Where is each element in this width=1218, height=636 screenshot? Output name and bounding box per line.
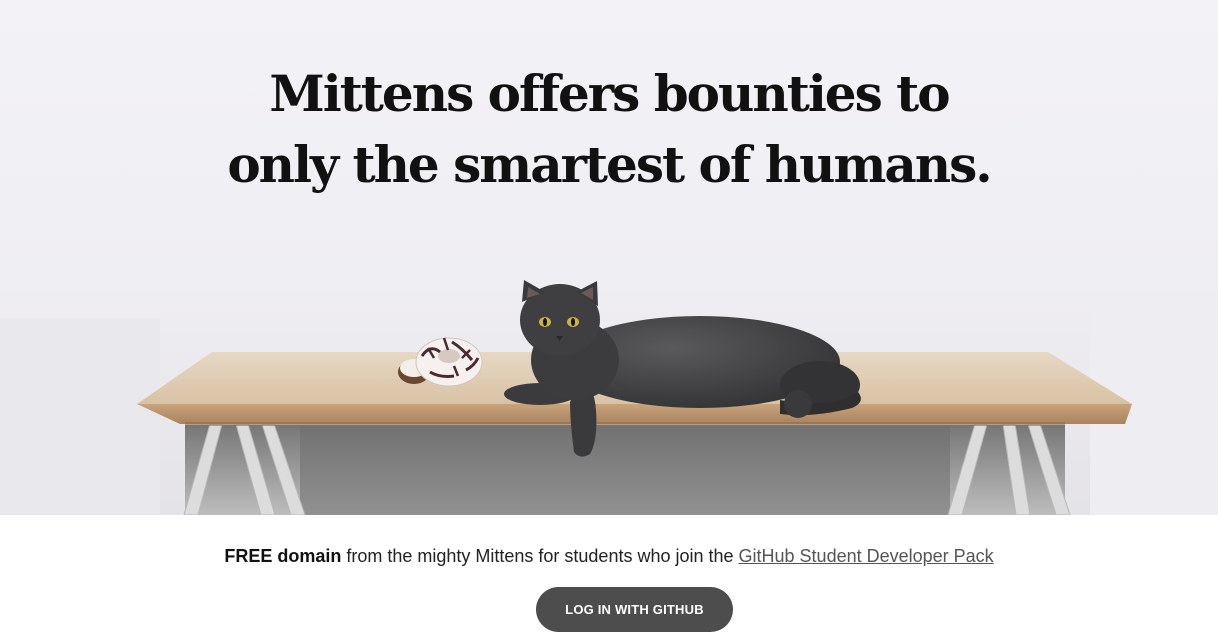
under-table-shade: [300, 425, 950, 515]
promo-bold: FREE domain: [224, 546, 342, 566]
headline-line-2: only the smartest of humans.: [227, 135, 992, 194]
hero-headline: Mittens offers bounties to only the smar…: [0, 58, 1218, 200]
login-with-github-button[interactable]: LOG IN WITH GITHUB: [536, 587, 733, 632]
table-edge: [137, 404, 1132, 424]
headline-line-1: Mittens offers bounties to: [269, 64, 950, 123]
left-wall-panel: [0, 318, 160, 515]
donut-image: [398, 337, 483, 387]
promo-footer: FREE domain from the mighty Mittens for …: [0, 515, 1218, 636]
github-pack-link[interactable]: GitHub Student Developer Pack: [739, 546, 994, 566]
promo-text: FREE domain from the mighty Mittens for …: [0, 545, 1218, 567]
hero-section: Mittens offers bounties to only the smar…: [0, 0, 1218, 515]
promo-middle: from the mighty Mittens for students who…: [341, 546, 739, 566]
